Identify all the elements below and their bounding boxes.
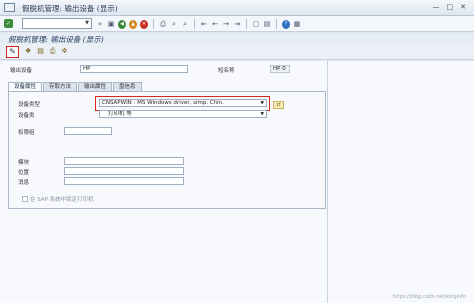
device-type-details-button[interactable]: ⇄ [273,101,284,109]
edit-pencil-button[interactable]: ✎ [6,46,19,58]
document-icon[interactable]: ▤ [37,47,44,56]
tab-output-attributes[interactable]: 输出属性 [78,82,113,91]
tab-tray-info[interactable]: 盘信息 [113,82,142,91]
chevron-down-icon[interactable]: ▼ [85,20,89,26]
ok-button[interactable]: ✓ [4,19,13,28]
output-device-field[interactable]: HP [80,65,188,73]
toolbar-separator [276,19,277,29]
other-object-icon[interactable]: ❖ [25,47,31,56]
previous-page-icon[interactable]: ← [211,20,219,29]
find-icon[interactable]: ⌕ [170,20,178,29]
close-icon[interactable]: ✕ [460,3,466,12]
authorization-group-label: 权限组 [18,130,35,136]
output-device-label: 输出设备 [10,68,33,74]
exit-icon[interactable]: ▲ [129,19,137,29]
window-controls: — □ ✕ [433,3,467,12]
message-label: 消息 [18,180,30,186]
next-page-icon[interactable]: → [222,20,230,29]
authorization-group-field[interactable] [64,127,112,135]
short-name-label: 短名称 [218,68,235,74]
device-type-label: 设备类型 [18,102,41,108]
message-field[interactable] [64,177,184,185]
tab-strip: 设备属性 存取方法 输出属性 盘信息 [8,82,142,91]
application-toolbar-icons: ❖ ▤ ⎙ ✲ [25,47,67,56]
lock-printer-checkbox[interactable] [22,196,28,202]
window-title-bar: 假脱机管理: 输出设备 (显示) — □ ✕ [0,0,474,16]
maximize-icon[interactable]: □ [447,3,454,12]
chevron-down-icon[interactable]: ▼ [261,112,264,117]
window-title: 假脱机管理: 输出设备 (显示) [22,4,118,13]
device-type-highlight [95,96,270,111]
save-icon[interactable]: ▣ [107,20,115,29]
content-divider [327,61,328,303]
print-icon[interactable]: ⎙ [159,20,167,29]
minimize-icon[interactable]: — [433,3,440,12]
help-icon[interactable]: ? [282,19,290,29]
shortcut-icon[interactable]: ▤ [263,20,271,29]
toolbar-separator [246,19,247,29]
collapse-icon[interactable]: « [96,20,104,29]
model-field[interactable] [64,157,184,165]
print-icon[interactable]: ⎙ [50,47,56,56]
tab-device-attributes[interactable]: 设备属性 [8,82,43,91]
watermark: https://blog.csdn.net/kinginfo [392,294,467,300]
find-next-icon[interactable]: ⌕ [181,20,189,29]
application-toolbar: ✎ ❖ ▤ ⎙ ✲ [0,44,474,60]
last-page-icon[interactable]: ⇥ [233,20,241,29]
settings-icon[interactable]: ✲ [62,47,68,56]
system-toolbar-icons: « ▣ ◀ ▲ ✕ ⎙ ⌕ ⌕ ⇤ ← → ⇥ ▢ ▤ ? ▦ [96,19,301,29]
lock-printer-label: 在 SAP 系统中锁定打印机 [30,197,94,203]
toolbar-separator [194,19,195,29]
new-session-icon[interactable]: ▢ [252,20,260,29]
command-field[interactable]: ▼ [22,18,92,29]
device-class-select[interactable]: 打印机 等 ▼ [99,110,267,118]
cancel-icon[interactable]: ✕ [140,19,148,29]
short-name-field[interactable]: HP 0 [270,65,290,73]
back-icon[interactable]: ◀ [118,19,126,29]
model-label: 模块 [18,160,30,166]
system-toolbar: ✓ ▼ « ▣ ◀ ▲ ✕ ⎙ ⌕ ⌕ ⇤ ← → ⇥ ▢ ▤ ? ▦ [0,16,474,32]
location-field[interactable] [64,167,184,175]
customize-layout-icon[interactable]: ▦ [293,20,301,29]
tab-access-method[interactable]: 存取方法 [43,82,78,91]
device-class-label: 设备类 [18,113,35,119]
device-class-value: 打印机 等 [108,111,132,117]
location-label: 位置 [18,170,30,176]
sap-logo-icon [4,3,15,12]
first-page-icon[interactable]: ⇤ [200,20,208,29]
toolbar-separator [153,19,154,29]
